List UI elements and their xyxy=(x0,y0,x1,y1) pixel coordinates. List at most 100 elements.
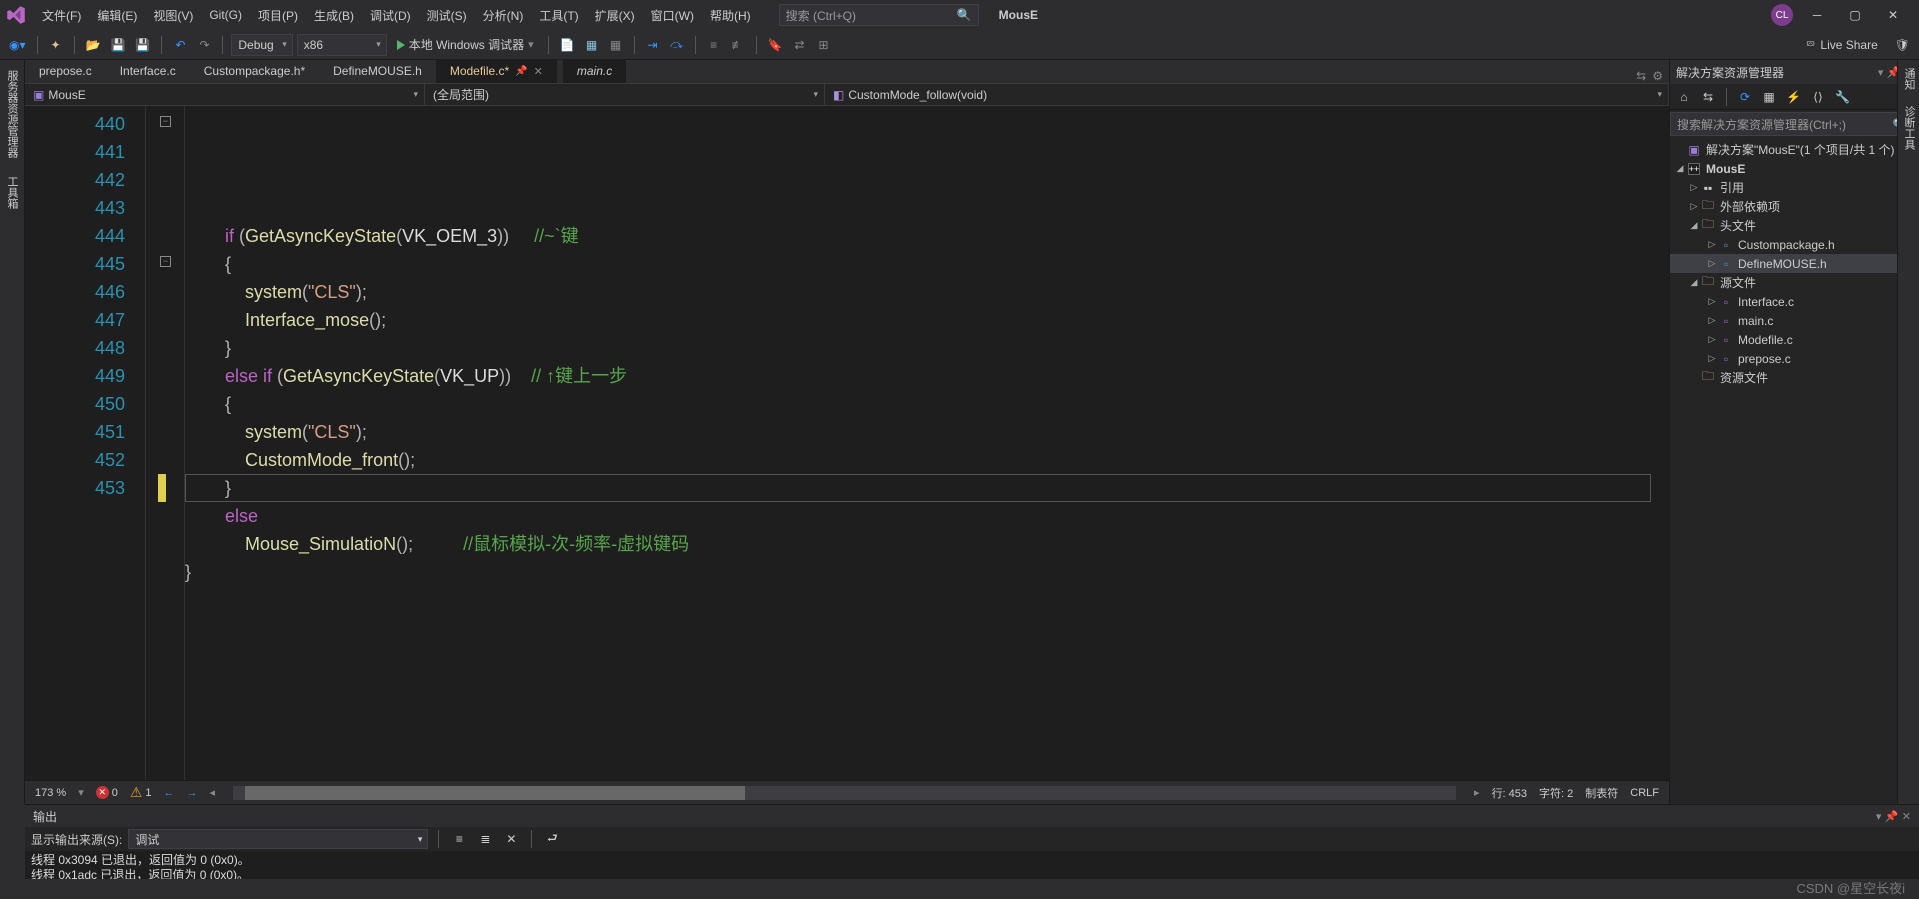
close-tab-icon[interactable]: ✕ xyxy=(534,65,543,78)
quick-search-input[interactable]: 搜索 (Ctrl+Q) 🔍 xyxy=(779,4,979,26)
tree-headers-label[interactable]: 头文件 xyxy=(1720,217,1756,234)
home-icon[interactable]: ⌂ xyxy=(1674,86,1694,108)
step-into-icon[interactable]: ⇥ xyxy=(643,34,663,56)
start-debug-button[interactable]: 本地 Windows 调试器▾ xyxy=(391,34,540,56)
view-code-icon[interactable]: ⟨⟩ xyxy=(1808,86,1828,108)
bookmark-icon[interactable]: 🔖 xyxy=(765,34,786,56)
extra-icon-1[interactable]: ⇄ xyxy=(790,34,810,56)
horizontal-scrollbar[interactable] xyxy=(233,786,1456,800)
output-icon-2[interactable]: ≣ xyxy=(475,828,495,850)
warning-icon[interactable]: ⚠ xyxy=(130,784,143,801)
platform-combo[interactable]: x86 xyxy=(297,34,387,56)
nav-member-combo[interactable]: ◧CustomMode_follow(void) xyxy=(825,84,1669,105)
comment-icon[interactable]: ≡ xyxy=(704,34,724,56)
error-icon[interactable]: ✕ xyxy=(96,786,109,799)
menu-view[interactable]: 视图(V) xyxy=(145,0,201,30)
undo-button[interactable]: ↶ xyxy=(170,34,190,56)
zoom-level[interactable]: 173 % xyxy=(35,787,66,799)
menu-tools[interactable]: 工具(T) xyxy=(531,0,586,30)
save-button[interactable]: 💾 xyxy=(107,34,128,56)
menu-edit[interactable]: 编辑(E) xyxy=(89,0,145,30)
tb-icon-2[interactable]: ▦ xyxy=(582,34,602,56)
indent-mode[interactable]: 制表符 xyxy=(1585,785,1618,801)
tree-file-label[interactable]: Interface.c xyxy=(1738,295,1794,309)
tree-project-label[interactable]: MousE xyxy=(1706,162,1745,176)
doc-tab-main[interactable]: main.c xyxy=(563,59,626,83)
menu-git[interactable]: Git(G) xyxy=(201,0,250,30)
tb-icon-3[interactable]: ▦ xyxy=(606,34,626,56)
save-all-button[interactable]: 💾 xyxy=(132,34,153,56)
tree-res-label[interactable]: 资源文件 xyxy=(1720,369,1768,386)
menu-test[interactable]: 测试(S) xyxy=(419,0,475,30)
step-over-icon[interactable]: ⤼ xyxy=(667,34,687,56)
live-share-button[interactable]: ⮹ Live Share xyxy=(1796,37,1888,52)
fold-toggle-icon[interactable]: − xyxy=(160,116,171,127)
nav-prev-icon[interactable]: ← xyxy=(164,787,175,799)
sync-icon[interactable]: ⟳ xyxy=(1735,86,1755,108)
tree-file-label[interactable]: Modefile.c xyxy=(1738,333,1793,347)
server-explorer-tab[interactable]: 服务器资源管理器 xyxy=(1,64,23,164)
extra-icon-2[interactable]: ⊞ xyxy=(814,34,834,56)
doc-tab-modefile[interactable]: Modefile.c*📌✕ xyxy=(436,59,557,83)
properties-icon[interactable]: ⚡ xyxy=(1783,86,1804,108)
window-split-icon[interactable]: ⇆ xyxy=(1636,69,1646,83)
menu-extend[interactable]: 扩展(X) xyxy=(587,0,643,30)
panel-pin-icon[interactable]: 📌 xyxy=(1885,811,1899,823)
nav-back-button[interactable]: ◉▾ xyxy=(6,34,29,56)
output-source-combo[interactable]: 调试 xyxy=(128,829,428,849)
code-editor[interactable]: 4404414424434444454464474484494504514524… xyxy=(25,106,1669,780)
doc-tab-definemouse[interactable]: DefineMOUSE.h xyxy=(319,59,436,83)
tree-solution-label[interactable]: 解决方案"MousE"(1 个项目/共 1 个) xyxy=(1706,141,1895,158)
output-icon-1[interactable]: ≡ xyxy=(449,828,469,850)
nav-scope-combo[interactable]: ▣MousE xyxy=(25,84,425,105)
uncomment-icon[interactable]: ≢ xyxy=(728,34,748,56)
outline-column[interactable]: − − xyxy=(145,106,185,780)
fold-toggle-icon[interactable]: − xyxy=(160,256,171,267)
nav-next-icon[interactable]: → xyxy=(187,787,198,799)
notifications-tab[interactable]: 通知 xyxy=(1898,60,1919,98)
solution-search-input[interactable]: 搜索解决方案资源管理器(Ctrl+;) 🔍▾ xyxy=(1670,112,1919,136)
output-clear-icon[interactable]: ✕ xyxy=(501,828,521,850)
tree-file-label[interactable]: DefineMOUSE.h xyxy=(1738,257,1827,271)
window-minimize-button[interactable]: ─ xyxy=(1803,4,1831,26)
open-file-button[interactable]: 📂 xyxy=(83,34,104,56)
tree-sources-label[interactable]: 源文件 xyxy=(1720,274,1756,291)
admin-icon[interactable]: 🛡 xyxy=(1892,34,1913,56)
tree-ext-label[interactable]: 外部依赖项 xyxy=(1720,198,1780,215)
menu-help[interactable]: 帮助(H) xyxy=(702,0,759,30)
config-combo[interactable]: Debug xyxy=(231,34,292,56)
menu-window[interactable]: 窗口(W) xyxy=(643,0,702,30)
doc-tab-prepose[interactable]: prepose.c xyxy=(25,59,106,83)
account-avatar[interactable]: CL xyxy=(1771,4,1793,26)
menu-project[interactable]: 项目(P) xyxy=(250,0,306,30)
tree-refs-label[interactable]: 引用 xyxy=(1720,179,1744,196)
tree-file-label[interactable]: main.c xyxy=(1738,314,1773,328)
scrollbar-thumb[interactable] xyxy=(245,786,745,800)
tree-file-label[interactable]: Custompackage.h xyxy=(1738,238,1835,252)
output-wrap-icon[interactable]: ⮐ xyxy=(542,828,562,850)
output-text[interactable]: 线程 0x3094 已退出，返回值为 0 (0x0)。线程 0x1adc 已退出… xyxy=(25,851,1919,879)
diagnostics-tab[interactable]: 诊断工具 xyxy=(1898,98,1919,158)
window-maximize-button[interactable]: ▢ xyxy=(1841,4,1869,26)
solution-tree[interactable]: ▣解决方案"MousE"(1 个项目/共 1 个) ◢++MousE ▷▪▪引用… xyxy=(1670,138,1919,804)
gear-icon[interactable]: ⚙ xyxy=(1652,69,1663,83)
redo-button[interactable]: ↷ xyxy=(194,34,214,56)
code-lines[interactable]: if (GetAsyncKeyState(VK_OEM_3)) //~`键 { … xyxy=(185,106,1669,780)
new-project-button[interactable]: ✦ xyxy=(46,34,66,56)
wrench-icon[interactable]: 🔧 xyxy=(1832,86,1853,108)
menu-build[interactable]: 生成(B) xyxy=(306,0,362,30)
line-ending[interactable]: CRLF xyxy=(1630,787,1659,799)
panel-close-icon[interactable]: ✕ xyxy=(1902,811,1911,823)
nav-context-combo[interactable]: (全局范围) xyxy=(425,84,825,105)
tree-file-label[interactable]: prepose.c xyxy=(1738,352,1791,366)
tb-icon-1[interactable]: 📄 xyxy=(557,34,578,56)
menu-debug[interactable]: 调试(D) xyxy=(362,0,419,30)
menu-file[interactable]: 文件(F) xyxy=(34,0,89,30)
panel-dropdown-icon[interactable]: ▾ xyxy=(1878,67,1884,79)
toolbox-tab[interactable]: 工具箱 xyxy=(1,170,23,215)
collapse-icon[interactable]: ⇆ xyxy=(1698,86,1718,108)
panel-dropdown-icon[interactable]: ▾ xyxy=(1876,811,1882,823)
doc-tab-custompackage[interactable]: Custompackage.h* xyxy=(190,59,319,83)
menu-analyze[interactable]: 分析(N) xyxy=(475,0,532,30)
pin-icon[interactable]: 📌 xyxy=(515,66,527,77)
